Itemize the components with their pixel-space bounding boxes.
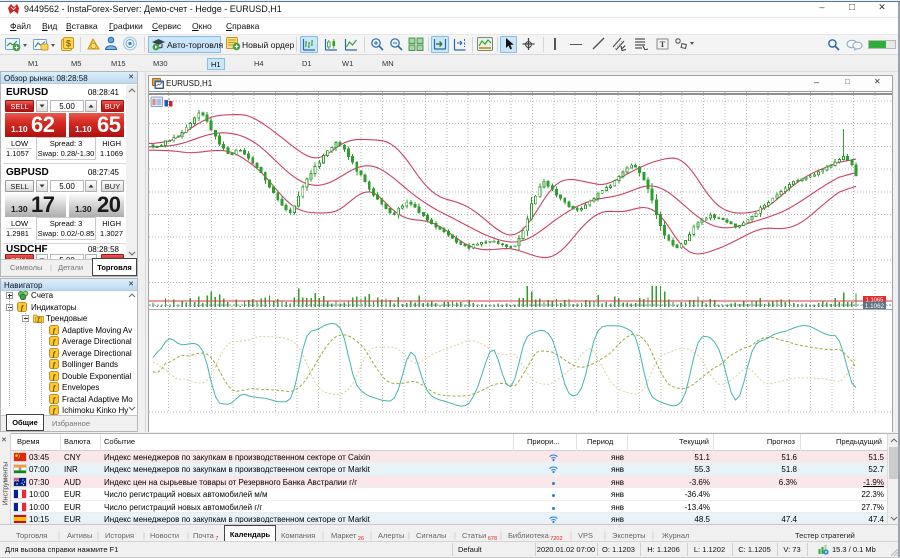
svg-text:$: $: [66, 39, 71, 49]
svg-text:1.1062: 1.1062: [865, 303, 885, 310]
svg-text:T: T: [660, 39, 666, 49]
